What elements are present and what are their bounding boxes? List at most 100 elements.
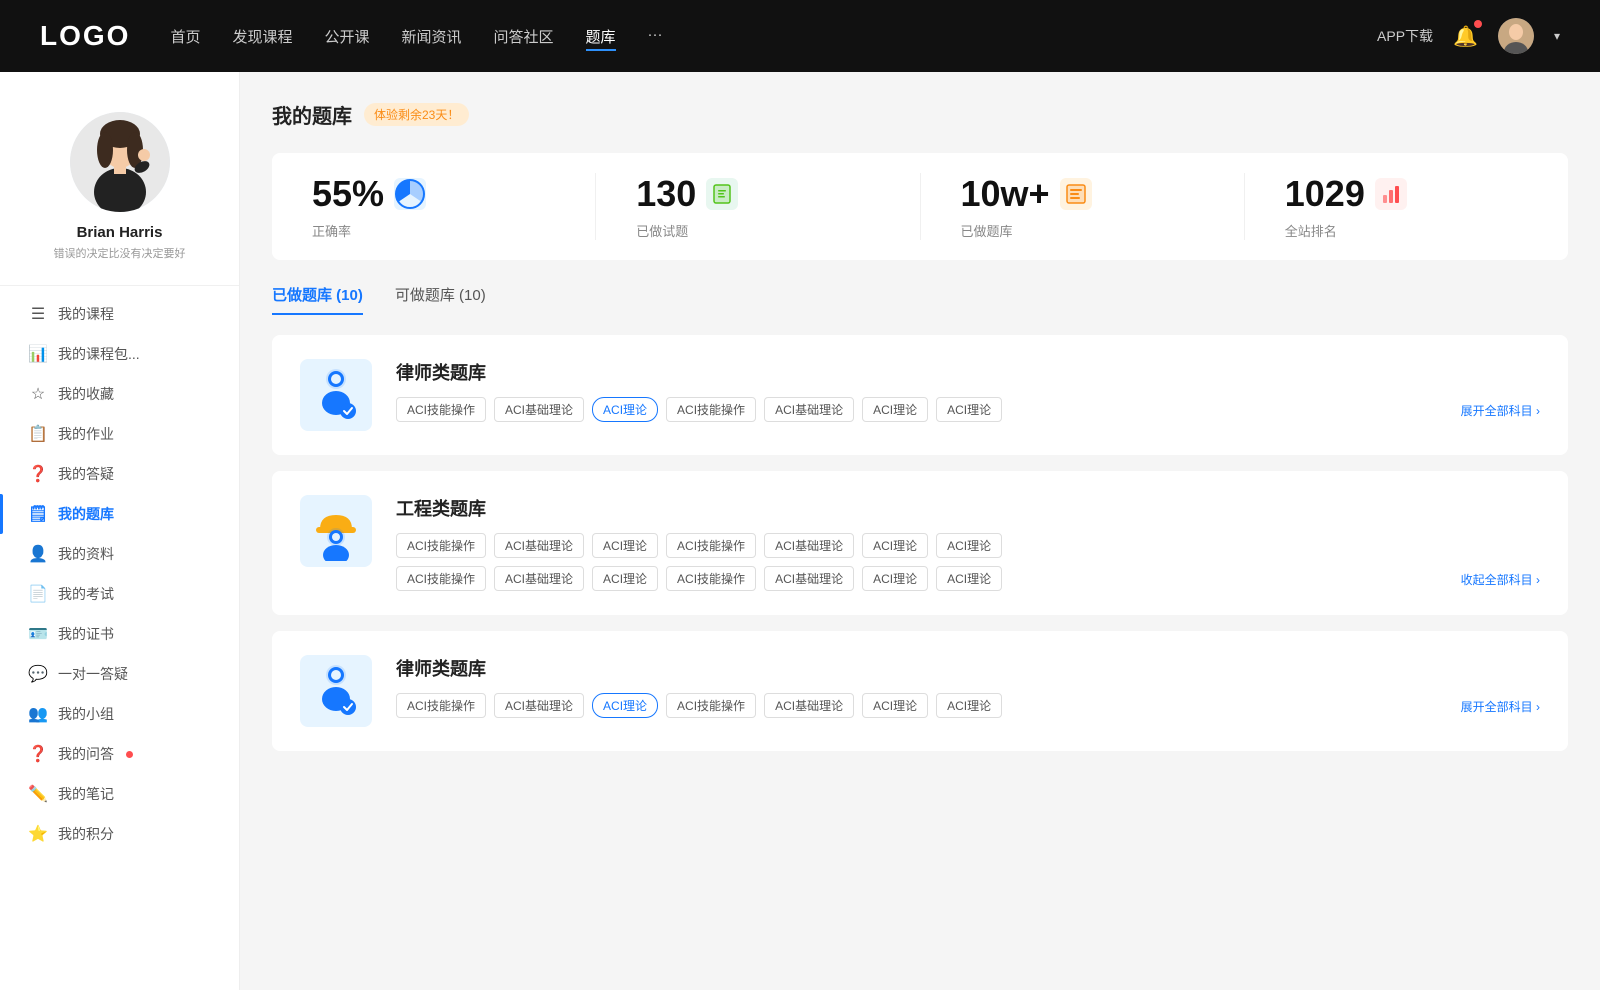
- nav-more[interactable]: ···: [648, 22, 663, 51]
- homework-icon: 📋: [28, 424, 48, 444]
- sidebar-item-bank[interactable]: 🗒 我的题库: [0, 494, 239, 534]
- stat-accuracy: 55% 正确率: [272, 173, 596, 240]
- tag[interactable]: ACI技能操作: [666, 533, 756, 558]
- user-dropdown-arrow[interactable]: ▾: [1554, 29, 1560, 43]
- stat-top-rank: 1029: [1285, 173, 1407, 215]
- tag-active[interactable]: ACI理论: [592, 693, 658, 718]
- page-title: 我的题库: [272, 100, 352, 129]
- stat-done-questions: 130 已做试题: [596, 173, 920, 240]
- navbar-right: APP下载 🔔 ▾: [1377, 18, 1560, 54]
- trial-badge: 体验剩余23天！: [364, 103, 469, 126]
- user-avatar-nav[interactable]: [1498, 18, 1534, 54]
- tag[interactable]: ACI技能操作: [396, 693, 486, 718]
- tab-done[interactable]: 已做题库 (10): [272, 284, 363, 315]
- nav-home[interactable]: 首页: [170, 22, 200, 51]
- sidebar-item-questions[interactable]: ❓ 我的答疑: [0, 454, 239, 494]
- tag[interactable]: ACI理论: [592, 566, 658, 591]
- engineer-icon-svg: [306, 501, 366, 561]
- nav-links: 首页 发现课程 公开课 新闻资讯 问答社区 题库 ···: [170, 22, 1337, 51]
- nav-news[interactable]: 新闻资讯: [402, 22, 462, 51]
- stat-top-done-questions: 130: [636, 173, 738, 215]
- tags-row-engineer-1: ACI技能操作 ACI基础理论 ACI理论 ACI技能操作 ACI基础理论 AC…: [396, 533, 1540, 558]
- tag[interactable]: ACI技能操作: [396, 397, 486, 422]
- tag[interactable]: ACI理论: [936, 397, 1002, 422]
- nav-bank[interactable]: 题库: [586, 22, 616, 51]
- stat-label-done-questions: 已做试题: [636, 221, 688, 240]
- sidebar-item-label: 我的课程包...: [58, 344, 140, 364]
- tag[interactable]: ACI理论: [592, 533, 658, 558]
- tag[interactable]: ACI基础理论: [764, 693, 854, 718]
- bank-info-lawyer-1: 律师类题库 ACI技能操作 ACI基础理论 ACI理论 ACI技能操作 ACI基…: [396, 359, 1540, 422]
- sidebar-item-favorites[interactable]: ☆ 我的收藏: [0, 374, 239, 414]
- questions-icon: ❓: [28, 464, 48, 484]
- accuracy-icon: [394, 178, 426, 210]
- tag[interactable]: ACI理论: [936, 566, 1002, 591]
- tag[interactable]: ACI基础理论: [494, 397, 584, 422]
- tag[interactable]: ACI理论: [862, 693, 928, 718]
- sidebar-item-label: 一对一答疑: [58, 664, 128, 684]
- tag[interactable]: ACI理论: [936, 533, 1002, 558]
- notification-badge: [1474, 20, 1482, 28]
- sidebar-item-cert[interactable]: 🪪 我的证书: [0, 614, 239, 654]
- tag[interactable]: ACI理论: [862, 533, 928, 558]
- tag[interactable]: ACI技能操作: [666, 397, 756, 422]
- sidebar-item-exam[interactable]: 📄 我的考试: [0, 574, 239, 614]
- sidebar-item-label: 我的证书: [58, 624, 114, 644]
- bank-name-engineer: 工程类题库: [396, 495, 1540, 521]
- bank-card-engineer: 工程类题库 ACI技能操作 ACI基础理论 ACI理论 ACI技能操作 ACI基…: [272, 471, 1568, 615]
- app-download-link[interactable]: APP下载: [1377, 26, 1433, 46]
- stat-number-accuracy: 55%: [312, 173, 384, 215]
- nav-open-course[interactable]: 公开课: [324, 22, 369, 51]
- tag[interactable]: ACI基础理论: [764, 397, 854, 422]
- favorites-icon: ☆: [28, 384, 48, 404]
- bank-icon: 🗒: [28, 504, 48, 524]
- expand-link-lawyer-1[interactable]: 展开全部科目 ›: [1461, 400, 1540, 419]
- tag[interactable]: ACI理论: [862, 397, 928, 422]
- tag[interactable]: ACI基础理论: [494, 533, 584, 558]
- tag[interactable]: ACI技能操作: [396, 533, 486, 558]
- sidebar-profile: Brian Harris 错误的决定比没有决定要好: [0, 92, 239, 277]
- bank-icon-lawyer-2: [300, 655, 372, 727]
- expand-link-lawyer-2[interactable]: 展开全部科目 ›: [1461, 696, 1540, 715]
- tag[interactable]: ACI基础理论: [494, 566, 584, 591]
- stats-row: 55% 正确率 130: [272, 153, 1568, 260]
- notification-bell[interactable]: 🔔: [1453, 24, 1478, 49]
- sidebar-item-course-pkg[interactable]: 📊 我的课程包...: [0, 334, 239, 374]
- tab-available[interactable]: 可做题库 (10): [395, 284, 486, 315]
- done-banks-icon: [1060, 178, 1092, 210]
- sidebar-item-course[interactable]: ☰ 我的课程: [0, 294, 239, 334]
- tag-active[interactable]: ACI理论: [592, 397, 658, 422]
- tag[interactable]: ACI技能操作: [396, 566, 486, 591]
- tag[interactable]: ACI基础理论: [764, 566, 854, 591]
- main-layout: Brian Harris 错误的决定比没有决定要好 ☰ 我的课程 📊 我的课程包…: [0, 72, 1600, 990]
- sidebar-item-myqa[interactable]: ❓ 我的问答: [0, 734, 239, 774]
- tag[interactable]: ACI理论: [862, 566, 928, 591]
- tag[interactable]: ACI技能操作: [666, 693, 756, 718]
- sidebar-item-points[interactable]: ⭐ 我的积分: [0, 814, 239, 854]
- sidebar-item-label: 我的积分: [58, 824, 114, 844]
- nav-discover[interactable]: 发现课程: [232, 22, 292, 51]
- sidebar-item-label: 我的收藏: [58, 384, 114, 404]
- tag[interactable]: ACI技能操作: [666, 566, 756, 591]
- sidebar-item-notes[interactable]: ✏️ 我的笔记: [0, 774, 239, 814]
- tag[interactable]: ACI基础理论: [764, 533, 854, 558]
- cert-icon: 🪪: [28, 624, 48, 644]
- main-content: 我的题库 体验剩余23天！ 55% 正确率: [240, 72, 1600, 990]
- bank-icon-engineer: [300, 495, 372, 567]
- tag[interactable]: ACI理论: [936, 693, 1002, 718]
- sidebar-item-group[interactable]: 👥 我的小组: [0, 694, 239, 734]
- sidebar-item-1on1[interactable]: 💬 一对一答疑: [0, 654, 239, 694]
- note-icon: [711, 183, 733, 205]
- sidebar-menu: ☰ 我的课程 📊 我的课程包... ☆ 我的收藏 📋 我的作业 ❓ 我的答疑 🗒: [0, 294, 239, 854]
- qa-dot: [126, 751, 133, 758]
- tags-row-engineer-2: ACI技能操作 ACI基础理论 ACI理论 ACI技能操作 ACI基础理论 AC…: [396, 566, 1540, 591]
- avatar-image: [1498, 18, 1534, 54]
- stat-number-done-questions: 130: [636, 173, 696, 215]
- nav-qa[interactable]: 问答社区: [494, 22, 554, 51]
- sidebar-item-profile[interactable]: 👤 我的资料: [0, 534, 239, 574]
- tabs-row: 已做题库 (10) 可做题库 (10): [272, 284, 1568, 315]
- sidebar-item-homework[interactable]: 📋 我的作业: [0, 414, 239, 454]
- collapse-link-engineer[interactable]: 收起全部科目 ›: [1461, 569, 1540, 588]
- tag[interactable]: ACI基础理论: [494, 693, 584, 718]
- sidebar-item-label: 我的考试: [58, 584, 114, 604]
